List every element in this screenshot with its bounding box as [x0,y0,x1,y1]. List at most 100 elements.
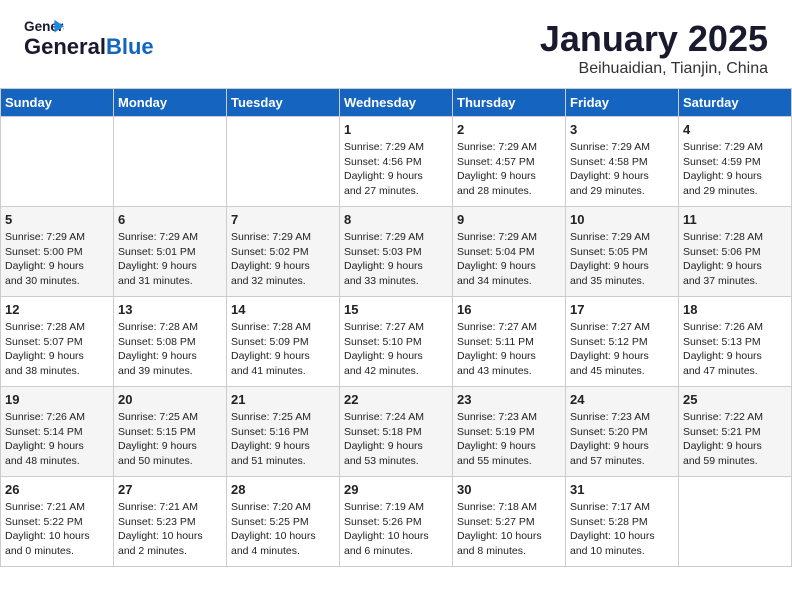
day-cell: 29 Sunrise: 7:19 AM Sunset: 5:26 PM Dayli… [340,477,453,567]
weekday-sunday: Sunday [1,89,114,117]
day-number: 27 [118,482,222,497]
day-cell: 24 Sunrise: 7:23 AM Sunset: 5:20 PM Dayli… [566,387,679,477]
day-info: Sunrise: 7:29 AM Sunset: 4:59 PM Dayligh… [683,140,787,199]
day-info: Sunrise: 7:29 AM Sunset: 5:03 PM Dayligh… [344,230,448,289]
day-number: 16 [457,302,561,317]
day-cell: 20Sunrise: 7:25 AM Sunset: 5:15 PM Dayli… [114,387,227,477]
weekday-saturday: Saturday [679,89,792,117]
day-cell: 23 Sunrise: 7:23 AM Sunset: 5:19 PM Dayli… [453,387,566,477]
day-info: Sunrise: 7:25 AM Sunset: 5:15 PM Dayligh… [118,410,222,469]
day-cell: 27 Sunrise: 7:21 AM Sunset: 5:23 PM Dayli… [114,477,227,567]
day-info: Sunrise: 7:29 AM Sunset: 5:01 PM Dayligh… [118,230,222,289]
day-cell: 30 Sunrise: 7:18 AM Sunset: 5:27 PM Dayli… [453,477,566,567]
day-number: 18 [683,302,787,317]
day-info: Sunrise: 7:26 AM Sunset: 5:14 PM Dayligh… [5,410,109,469]
day-number: 29 [344,482,448,497]
day-cell: 15 Sunrise: 7:27 AM Sunset: 5:10 PM Dayli… [340,297,453,387]
day-info: Sunrise: 7:22 AM Sunset: 5:21 PM Dayligh… [683,410,787,469]
day-number: 3 [570,122,674,137]
week-row-2: 12 Sunrise: 7:28 AM Sunset: 5:07 PM Dayli… [1,297,792,387]
day-number: 2 [457,122,561,137]
day-cell: 8Sunrise: 7:29 AM Sunset: 5:03 PM Daylig… [340,207,453,297]
day-number: 10 [570,212,674,227]
calendar-table: SundayMondayTuesdayWednesdayThursdayFrid… [0,88,792,567]
day-cell [1,117,114,207]
day-cell: 28 Sunrise: 7:20 AM Sunset: 5:25 PM Dayli… [227,477,340,567]
day-cell: 10 Sunrise: 7:29 AM Sunset: 5:05 PM Dayli… [566,207,679,297]
day-number: 22 [344,392,448,407]
day-number: 26 [5,482,109,497]
day-info: Sunrise: 7:29 AM Sunset: 4:56 PM Dayligh… [344,140,448,199]
day-info: Sunrise: 7:29 AM Sunset: 5:05 PM Dayligh… [570,230,674,289]
day-cell: 4Sunrise: 7:29 AM Sunset: 4:59 PM Daylig… [679,117,792,207]
day-number: 5 [5,212,109,227]
day-number: 7 [231,212,335,227]
day-info: Sunrise: 7:27 AM Sunset: 5:11 PM Dayligh… [457,320,561,379]
month-title: January 2025 [540,18,768,60]
day-number: 28 [231,482,335,497]
day-cell: 14 Sunrise: 7:28 AM Sunset: 5:09 PM Dayli… [227,297,340,387]
day-info: Sunrise: 7:21 AM Sunset: 5:22 PM Dayligh… [5,500,109,559]
weekday-wednesday: Wednesday [340,89,453,117]
day-info: Sunrise: 7:26 AM Sunset: 5:13 PM Dayligh… [683,320,787,379]
day-info: Sunrise: 7:17 AM Sunset: 5:28 PM Dayligh… [570,500,674,559]
day-info: Sunrise: 7:23 AM Sunset: 5:19 PM Dayligh… [457,410,561,469]
day-number: 13 [118,302,222,317]
day-number: 14 [231,302,335,317]
day-info: Sunrise: 7:28 AM Sunset: 5:07 PM Dayligh… [5,320,109,379]
week-row-0: 1 Sunrise: 7:29 AM Sunset: 4:56 PM Daylig… [1,117,792,207]
day-cell: 22 Sunrise: 7:24 AM Sunset: 5:18 PM Dayli… [340,387,453,477]
day-cell [227,117,340,207]
weekday-monday: Monday [114,89,227,117]
day-number: 24 [570,392,674,407]
day-number: 25 [683,392,787,407]
logo-general: General [24,34,106,60]
day-info: Sunrise: 7:24 AM Sunset: 5:18 PM Dayligh… [344,410,448,469]
day-info: Sunrise: 7:23 AM Sunset: 5:20 PM Dayligh… [570,410,674,469]
day-cell: 6 Sunrise: 7:29 AM Sunset: 5:01 PM Daylig… [114,207,227,297]
week-row-4: 26 Sunrise: 7:21 AM Sunset: 5:22 PM Dayli… [1,477,792,567]
day-cell: 19 Sunrise: 7:26 AM Sunset: 5:14 PM Dayli… [1,387,114,477]
title-block: January 2025 Beihuaidian, Tianjin, China [540,18,768,78]
day-cell: 26 Sunrise: 7:21 AM Sunset: 5:22 PM Dayli… [1,477,114,567]
day-number: 6 [118,212,222,227]
weekday-header: SundayMondayTuesdayWednesdayThursdayFrid… [1,89,792,117]
day-number: 15 [344,302,448,317]
day-cell: 2 Sunrise: 7:29 AM Sunset: 4:57 PM Daylig… [453,117,566,207]
day-cell: 13Sunrise: 7:28 AM Sunset: 5:08 PM Dayli… [114,297,227,387]
day-cell: 7 Sunrise: 7:29 AM Sunset: 5:02 PM Daylig… [227,207,340,297]
day-cell: 11Sunrise: 7:28 AM Sunset: 5:06 PM Dayli… [679,207,792,297]
day-info: Sunrise: 7:29 AM Sunset: 5:00 PM Dayligh… [5,230,109,289]
day-info: Sunrise: 7:29 AM Sunset: 4:58 PM Dayligh… [570,140,674,199]
day-cell: 25 Sunrise: 7:22 AM Sunset: 5:21 PM Dayli… [679,387,792,477]
day-info: Sunrise: 7:28 AM Sunset: 5:09 PM Dayligh… [231,320,335,379]
weekday-friday: Friday [566,89,679,117]
day-info: Sunrise: 7:29 AM Sunset: 5:04 PM Dayligh… [457,230,561,289]
day-info: Sunrise: 7:19 AM Sunset: 5:26 PM Dayligh… [344,500,448,559]
day-number: 11 [683,212,787,227]
day-info: Sunrise: 7:20 AM Sunset: 5:25 PM Dayligh… [231,500,335,559]
day-number: 1 [344,122,448,137]
day-info: Sunrise: 7:29 AM Sunset: 5:02 PM Dayligh… [231,230,335,289]
weekday-thursday: Thursday [453,89,566,117]
day-number: 23 [457,392,561,407]
day-cell: 18 Sunrise: 7:26 AM Sunset: 5:13 PM Dayli… [679,297,792,387]
day-number: 12 [5,302,109,317]
day-info: Sunrise: 7:25 AM Sunset: 5:16 PM Dayligh… [231,410,335,469]
day-info: Sunrise: 7:29 AM Sunset: 4:57 PM Dayligh… [457,140,561,199]
day-number: 31 [570,482,674,497]
day-cell: 3 Sunrise: 7:29 AM Sunset: 4:58 PM Daylig… [566,117,679,207]
day-cell: 21Sunrise: 7:25 AM Sunset: 5:16 PM Dayli… [227,387,340,477]
day-cell: 16 Sunrise: 7:27 AM Sunset: 5:11 PM Dayli… [453,297,566,387]
day-info: Sunrise: 7:27 AM Sunset: 5:10 PM Dayligh… [344,320,448,379]
day-info: Sunrise: 7:21 AM Sunset: 5:23 PM Dayligh… [118,500,222,559]
day-number: 17 [570,302,674,317]
day-cell: 31 Sunrise: 7:17 AM Sunset: 5:28 PM Dayli… [566,477,679,567]
day-info: Sunrise: 7:27 AM Sunset: 5:12 PM Dayligh… [570,320,674,379]
day-number: 30 [457,482,561,497]
weekday-tuesday: Tuesday [227,89,340,117]
day-number: 19 [5,392,109,407]
day-cell: 12 Sunrise: 7:28 AM Sunset: 5:07 PM Dayli… [1,297,114,387]
day-info: Sunrise: 7:18 AM Sunset: 5:27 PM Dayligh… [457,500,561,559]
calendar-body: 1 Sunrise: 7:29 AM Sunset: 4:56 PM Daylig… [1,117,792,567]
